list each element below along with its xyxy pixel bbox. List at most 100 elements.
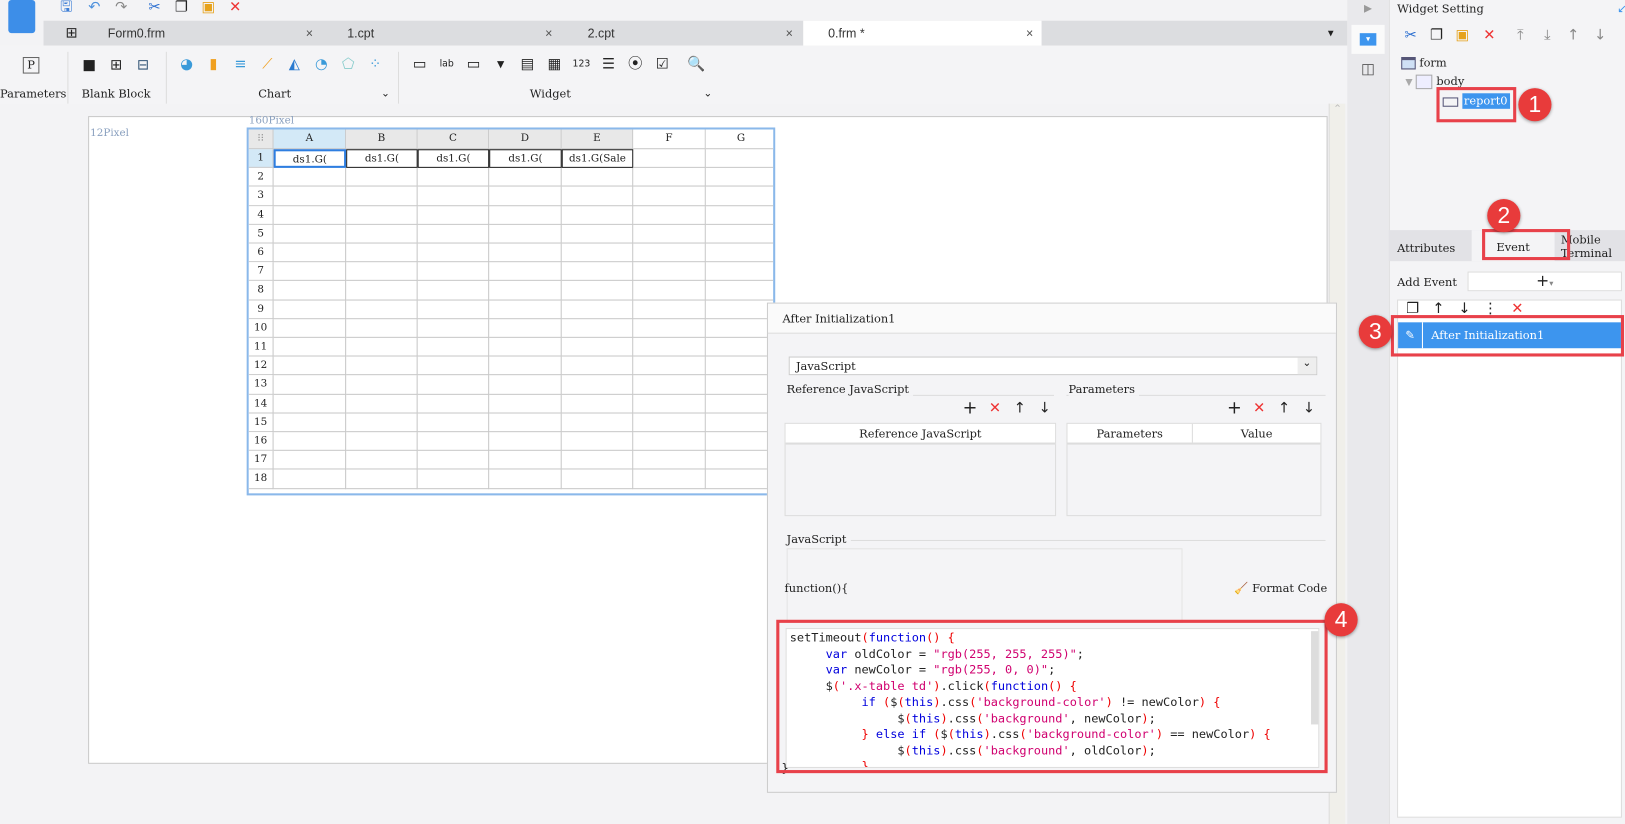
table-cell[interactable]	[705, 413, 774, 433]
table-cell[interactable]	[273, 356, 347, 376]
table-cell[interactable]	[633, 319, 706, 338]
table-cell[interactable]	[417, 337, 490, 357]
list-widget-icon[interactable]: ☰	[599, 55, 618, 74]
table-cell[interactable]	[489, 356, 562, 376]
date-widget-icon[interactable]: ▤	[518, 55, 537, 74]
table-cell[interactable]	[561, 413, 634, 433]
table-cell[interactable]	[273, 281, 347, 301]
table-cell[interactable]	[346, 356, 418, 376]
parameters-button[interactable]: P	[22, 57, 40, 74]
table-cell[interactable]	[705, 394, 774, 414]
event-list[interactable]	[1397, 299, 1622, 818]
cut-icon[interactable]: ✂	[1401, 26, 1420, 45]
new-grid-icon[interactable]: ⊞	[62, 24, 81, 43]
table-cell[interactable]	[346, 413, 418, 433]
table-cell[interactable]	[561, 394, 634, 414]
tab-2cpt[interactable]: 2.cpt ×	[565, 21, 801, 46]
row-header[interactable]: 11	[248, 337, 274, 357]
row-header[interactable]: 5	[248, 224, 274, 244]
table-cell[interactable]	[346, 451, 418, 470]
preview-icon[interactable]: 🔍	[687, 55, 706, 74]
row-header[interactable]: 14	[248, 394, 274, 414]
save-icon[interactable]: 🖫	[57, 0, 76, 17]
table-cell[interactable]	[633, 205, 706, 225]
undo-icon[interactable]: ↶	[85, 0, 104, 17]
cut-icon[interactable]: ✂	[145, 0, 164, 17]
table-cell[interactable]: ds1.G(Sale	[561, 149, 634, 169]
table-cell[interactable]: ds1.G(	[273, 149, 347, 169]
table-cell[interactable]	[346, 186, 418, 206]
table-cell[interactable]	[489, 281, 562, 301]
table-cell[interactable]	[273, 337, 347, 357]
close-icon[interactable]: ×	[306, 21, 313, 46]
row-header[interactable]: 9	[248, 300, 274, 319]
column-header[interactable]: A	[273, 129, 347, 150]
table-cell[interactable]	[273, 300, 347, 319]
row-header[interactable]: 13	[248, 375, 274, 395]
table-cell[interactable]	[705, 338, 774, 357]
table-cell[interactable]	[273, 375, 347, 395]
table-cell[interactable]	[561, 205, 634, 225]
tab-block-icon[interactable]: ⊟	[134, 56, 153, 75]
table-cell[interactable]	[561, 356, 634, 376]
table-cell[interactable]: ds1.G(	[489, 149, 562, 169]
row-header[interactable]: 8	[248, 281, 274, 301]
table-cell[interactable]	[633, 300, 706, 319]
table-cell[interactable]	[346, 375, 418, 395]
row-header[interactable]: 2	[248, 168, 274, 187]
column-header[interactable]: E	[561, 129, 634, 150]
format-code-button[interactable]: 🧹 Format Code	[1234, 581, 1327, 594]
table-cell[interactable]	[417, 262, 490, 282]
table-cell[interactable]	[633, 149, 706, 169]
calendar-widget-icon[interactable]: ▦	[545, 55, 564, 74]
add-icon[interactable]: +	[1225, 399, 1244, 418]
table-cell[interactable]	[273, 224, 347, 244]
table-cell[interactable]	[633, 451, 706, 470]
app-logo-icon[interactable]	[8, 0, 36, 34]
table-cell[interactable]	[489, 413, 562, 433]
report-widget[interactable]: ⁝⁝ A B C D E F G 1 ds1.G(ds1.G(ds1.G(ds1.G(ds1.G(…	[246, 127, 776, 496]
table-cell[interactable]	[417, 281, 490, 301]
widget-setting-toggle[interactable]: ▾	[1351, 24, 1385, 54]
column-header[interactable]: G	[705, 129, 774, 150]
radar-chart-icon[interactable]: ⬠	[339, 55, 358, 74]
table-cell[interactable]	[417, 469, 490, 489]
expand-icon[interactable]: ▼	[1405, 78, 1412, 88]
table-cell[interactable]	[561, 337, 634, 357]
table-cell[interactable]	[417, 394, 490, 414]
hbar-chart-icon[interactable]: ≡	[231, 55, 250, 74]
move-up-icon[interactable]: ↑	[1564, 26, 1583, 45]
dock-icon[interactable]: ↙	[1613, 0, 1625, 19]
table-cell[interactable]	[417, 168, 490, 187]
table-cell[interactable]	[561, 224, 634, 244]
area-chart-icon[interactable]: ◭	[285, 55, 304, 74]
table-cell[interactable]	[633, 469, 706, 489]
column-header[interactable]: B	[346, 129, 418, 150]
table-cell[interactable]	[346, 394, 418, 414]
button-widget-icon[interactable]: ▭	[464, 55, 483, 74]
table-cell[interactable]	[561, 281, 634, 301]
close-icon[interactable]: ×	[786, 21, 793, 46]
table-cell[interactable]	[561, 186, 634, 206]
table-cell[interactable]	[561, 432, 634, 452]
table-cell[interactable]	[633, 337, 706, 357]
collapse-arrow-icon[interactable]: ▶	[1359, 0, 1378, 19]
table-cell[interactable]	[633, 356, 706, 376]
tab-menu-icon[interactable]: ▾	[1321, 24, 1340, 43]
tab-1cpt[interactable]: 1.cpt ×	[324, 21, 560, 46]
table-cell[interactable]	[489, 469, 562, 489]
table-cell[interactable]	[561, 300, 634, 319]
table-cell[interactable]	[273, 319, 347, 338]
delete-icon[interactable]: ✕	[226, 0, 245, 17]
table-cell[interactable]	[705, 376, 774, 395]
chevron-down-icon[interactable]: ⌄	[376, 85, 395, 104]
scroll-up-icon[interactable]: ⌃	[1330, 104, 1346, 115]
table-cell[interactable]	[346, 337, 418, 357]
table-cell[interactable]	[417, 451, 490, 470]
column-header[interactable]: F	[633, 129, 706, 150]
textbox-widget-icon[interactable]: ▭	[410, 55, 429, 74]
copy-icon[interactable]: ❐	[172, 0, 191, 17]
table-cell[interactable]	[417, 205, 490, 225]
chevron-down-icon[interactable]: ⌄	[1297, 357, 1317, 375]
pie-chart-icon[interactable]: ◕	[177, 55, 196, 74]
